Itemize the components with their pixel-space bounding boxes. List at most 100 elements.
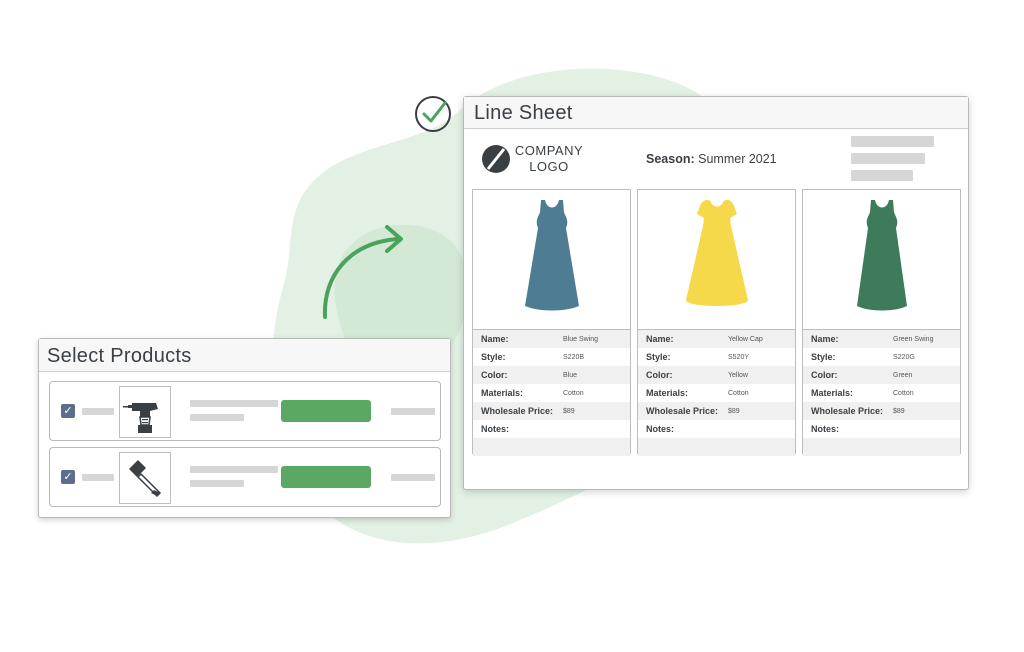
spec-row: Materials: Cotton [803,384,960,402]
spec-value: Cotton [893,389,914,397]
spec-table: Name: Green Swing Style: S220G Color: Green… [803,330,960,456]
dress-icon [686,199,748,306]
spec-row: Wholesale Price: $89 [803,402,960,420]
spec-key: Wholesale Price: [646,406,719,416]
spec-row: Wholesale Price: $89 [473,402,630,420]
spec-key: Style: [646,352,671,362]
dress-icon [857,200,907,311]
product-card-yellow[interactable]: Name: Yellow Cap Style: S520Y Color: Yellow… [637,189,796,456]
spec-key: Style: [811,352,836,362]
spec-key: Color: [481,370,508,380]
line-sheet-titlebar: Line Sheet [464,97,968,129]
company-logo-icon [482,145,510,173]
product-thumbnail[interactable] [119,386,171,438]
spec-key: Notes: [811,424,840,434]
spec-row: Wholesale Price: $89 [638,402,795,420]
spec-row: Name: Blue Swing [473,330,630,348]
spec-row: Name: Green Swing [803,330,960,348]
placeholder-text [190,400,278,407]
placeholder-text [82,474,114,481]
curved-arrow-icon [322,225,403,319]
check-circle-icon [415,96,451,132]
line-sheet-panel: Line Sheet COMPANY LOGO Season: Summer 2… [463,96,969,490]
spec-row: Style: S220G [803,348,960,366]
spec-row: Notes: [638,420,795,438]
select-products-panel: Select Products ✓ ✓ [38,338,451,518]
product-checkbox[interactable]: ✓ [61,470,75,484]
spec-key: Color: [811,370,838,380]
product-thumbnail[interactable] [119,452,171,504]
company-logo-text: COMPANY LOGO [514,143,584,175]
spec-key: Wholesale Price: [481,406,554,416]
spec-value: Yellow [728,371,748,379]
spec-value: $89 [893,407,905,415]
spec-key: Name: [481,334,509,344]
season-field: Season: Summer 2021 [646,152,777,166]
spec-value: Cotton [563,389,584,397]
product-checkbox[interactable]: ✓ [61,404,75,418]
spec-key: Materials: [646,388,689,398]
spec-table: Name: Yellow Cap Style: S520Y Color: Yellow… [638,330,795,456]
product-row-hammer[interactable]: ✓ [49,447,441,507]
spec-key: Materials: [811,388,854,398]
spec-value: Blue Swing [563,335,599,343]
line-sheet-title: Line Sheet [474,102,573,124]
product-card-green[interactable]: Name: Green Swing Style: S220G Color: Green… [802,189,961,456]
placeholder-text [851,153,925,164]
spec-key: Notes: [481,424,510,434]
spec-row: Color: Yellow [638,366,795,384]
spec-value: S220G [893,353,915,361]
spec-value: $89 [563,407,575,415]
spec-key: Materials: [481,388,524,398]
season-label: Season: [646,152,695,166]
placeholder-text [190,414,244,421]
add-product-button[interactable] [281,466,371,488]
spec-value: Yellow Cap [728,335,763,343]
product-image [638,190,795,330]
product-row-drill[interactable]: ✓ [49,381,441,441]
dress-shape [686,199,748,306]
placeholder-text [190,466,278,473]
drill-icon [123,403,158,433]
spec-value: Blue [563,371,578,379]
spec-row: Style: S520Y [638,348,795,366]
placeholder-text [82,408,114,415]
logo-line-2: LOGO [529,159,569,174]
select-products-title: Select Products [47,345,192,367]
spec-key: Color: [646,370,673,380]
placeholder-text [391,474,435,481]
product-image [803,190,960,330]
spec-value: Green [893,371,913,379]
spec-value: Green Swing [893,335,934,343]
placeholder-text [190,480,244,487]
spec-table: Name: Blue Swing Style: S220B Color: Blue M… [473,330,630,456]
spec-row: Color: Blue [473,366,630,384]
spec-row: Materials: Cotton [473,384,630,402]
season-value: Summer 2021 [698,152,777,166]
placeholder-text [851,170,913,181]
spec-row-empty [473,438,630,456]
spec-row-empty [638,438,795,456]
spec-key: Name: [646,334,674,344]
dress-shape [857,200,907,311]
product-image [473,190,630,330]
select-products-titlebar: Select Products [39,339,450,372]
logo-line-1: COMPANY [514,143,584,158]
placeholder-text [851,136,934,147]
spec-value: $89 [728,407,740,415]
spec-row: Name: Yellow Cap [638,330,795,348]
spec-value: S220B [563,353,585,361]
spec-row: Notes: [473,420,630,438]
spec-row: Notes: [803,420,960,438]
placeholder-text [391,408,435,415]
spec-key: Name: [811,334,839,344]
spec-row: Color: Green [803,366,960,384]
add-product-button[interactable] [281,400,371,422]
product-card-blue[interactable]: Name: Blue Swing Style: S220B Color: Blue M… [472,189,631,456]
spec-row-empty [803,438,960,456]
spec-key: Style: [481,352,506,362]
spec-row: Materials: Cotton [638,384,795,402]
dress-icon [525,200,579,311]
dress-shape [525,200,579,311]
spec-key: Wholesale Price: [811,406,884,416]
